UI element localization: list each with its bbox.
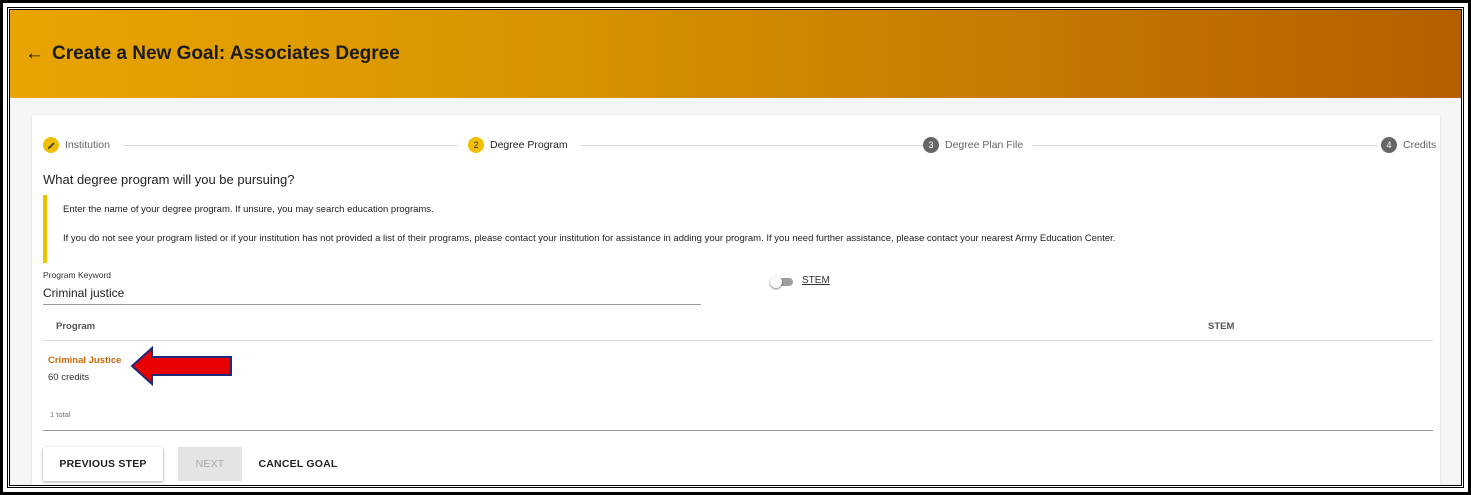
- page-header: ← Create a New Goal: Associates Degree: [10, 10, 1461, 98]
- back-arrow-icon[interactable]: ←: [25, 43, 44, 65]
- program-keyword-label: Program Keyword: [43, 270, 112, 280]
- stepper: Institution 2 Degree Program 3 Degree Pl…: [43, 137, 1436, 155]
- stem-toggle-label[interactable]: STEM: [802, 275, 830, 286]
- app-window: ← Create a New Goal: Associates Degree I…: [9, 9, 1462, 486]
- program-credits: 60 credits: [48, 372, 90, 383]
- footer-divider: [43, 430, 1433, 431]
- step-number: 2: [468, 137, 484, 153]
- next-button[interactable]: NEXT: [178, 447, 242, 481]
- callout-text: Enter the name of your degree program. I…: [63, 204, 434, 215]
- step-label: Institution: [65, 139, 110, 151]
- stepper-connector: [1033, 145, 1378, 146]
- stem-toggle[interactable]: [770, 276, 794, 288]
- column-header-program: Program: [56, 321, 96, 332]
- page-title: Create a New Goal: Associates Degree: [52, 43, 400, 64]
- program-keyword-input[interactable]: [43, 281, 701, 305]
- form-question: What degree program will you be pursuing…: [43, 172, 295, 187]
- step-label: Credits: [1403, 139, 1437, 151]
- pencil-icon: [43, 137, 59, 153]
- program-link[interactable]: Criminal Justice: [48, 355, 121, 366]
- column-header-stem: STEM: [1208, 321, 1235, 332]
- results-total: 1 total: [50, 410, 71, 419]
- step-credits[interactable]: 4 Credits: [1381, 137, 1436, 153]
- step-degree-program[interactable]: 2 Degree Program: [468, 137, 568, 153]
- step-degree-plan-file[interactable]: 3 Degree Plan File: [923, 137, 1023, 153]
- step-number: 3: [923, 137, 939, 153]
- step-label: Degree Plan File: [945, 139, 1024, 151]
- previous-step-button[interactable]: PREVIOUS STEP: [43, 447, 163, 481]
- toggle-knob: [770, 276, 782, 288]
- cancel-goal-button[interactable]: CANCEL GOAL: [248, 447, 348, 481]
- stepper-connector: [581, 145, 926, 146]
- step-label: Degree Program: [490, 139, 568, 151]
- step-institution[interactable]: Institution: [43, 137, 110, 153]
- red-arrow-annotation: [130, 346, 232, 386]
- table-header-divider: [43, 340, 1433, 341]
- step-number: 4: [1381, 137, 1397, 153]
- goal-form-card: Institution 2 Degree Program 3 Degree Pl…: [32, 115, 1440, 485]
- callout-text: If you do not see your program listed or…: [63, 233, 1116, 244]
- stepper-connector: [123, 145, 458, 146]
- info-callout: Enter the name of your degree program. I…: [43, 195, 1433, 263]
